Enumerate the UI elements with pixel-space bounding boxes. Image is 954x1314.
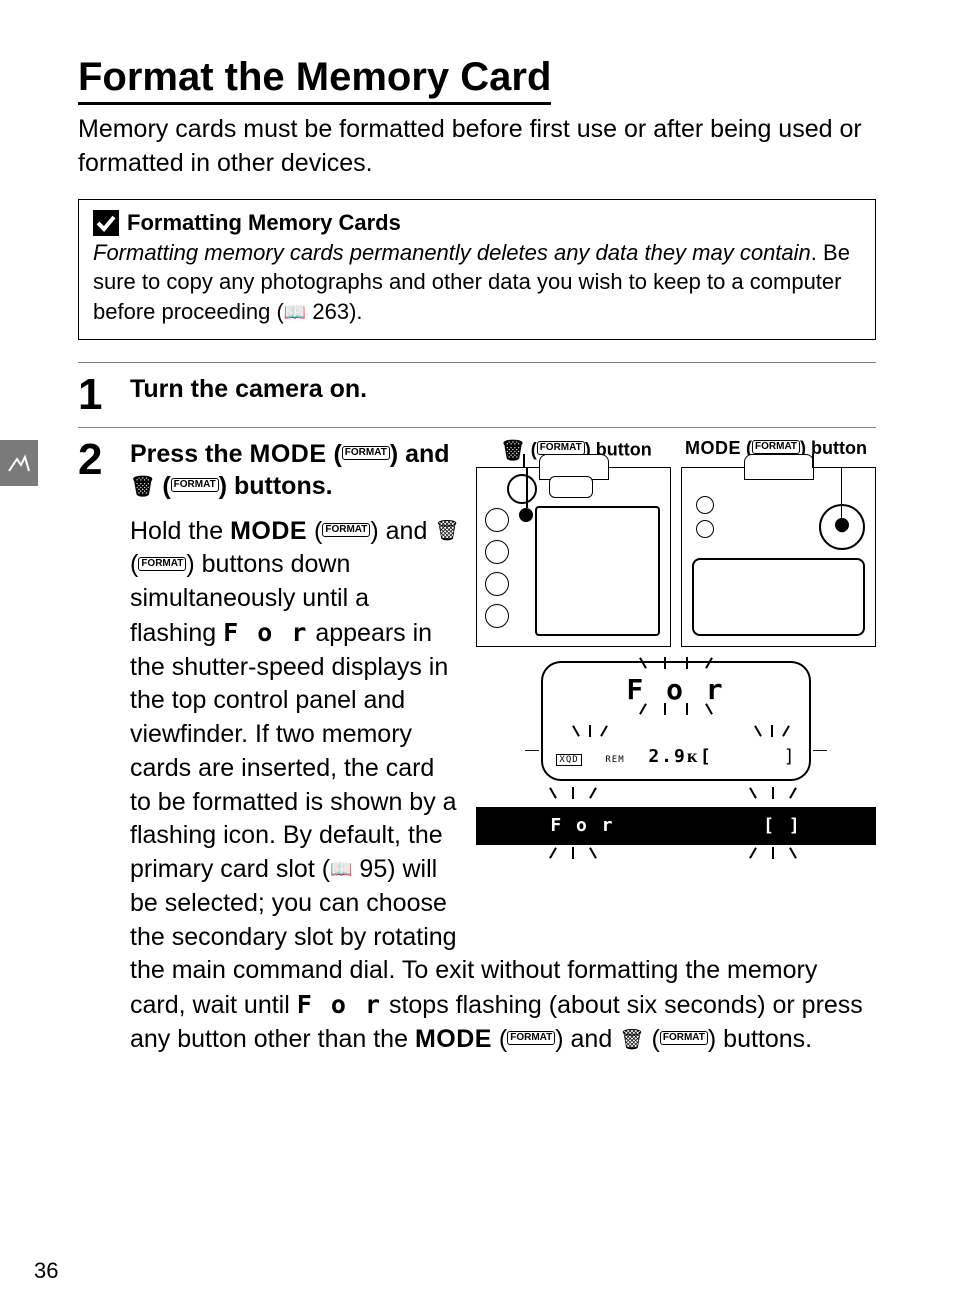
step-2: 2 Press the MODE (FORMAT) and 🗑 (FORMAT)… [78,427,876,1067]
trash-icon: 🗑 [619,1027,644,1054]
step-1-title: Turn the camera on. [130,373,876,406]
top-lcd-diagram: F o r XQD REM [476,661,876,846]
warning-body: Formatting memory cards permanently dele… [93,238,861,327]
step-2-body-wide: the main command dial. To exit without f… [130,954,876,1056]
viewfinder-bar: F o r [ ] [476,807,876,845]
camera-top-diagram: ⦿ [681,467,876,647]
figure-labels: 🗑 (FORMAT) button MODE (FORMAT) button [476,438,876,463]
step-number: 1 [78,373,112,417]
step-1: 1 Turn the camera on. [78,362,876,427]
step-number: 2 [78,438,112,1057]
camera-back-diagram [476,467,671,647]
section-tab [0,440,38,486]
warning-box: Formatting Memory Cards Formatting memor… [78,199,876,340]
page-number: 36 [34,1258,58,1284]
intro-text: Memory cards must be formatted before fi… [78,113,876,181]
trash-icon: 🗑 [130,474,155,500]
page-ref-icon: 📖 [330,857,352,881]
warning-title: Formatting Memory Cards [127,210,401,236]
trash-icon: 🗑 [434,518,459,545]
warning-icon [93,210,119,236]
page-title: Format the Memory Card [78,55,876,113]
step-2-body-narrow: Hold the MODE (FORMAT) and 🗑 (FORMAT) bu… [130,515,462,955]
page-ref-icon: 📖 [284,300,306,324]
step-2-title: Press the MODE (FORMAT) and 🗑 (FORMAT) b… [130,438,462,503]
